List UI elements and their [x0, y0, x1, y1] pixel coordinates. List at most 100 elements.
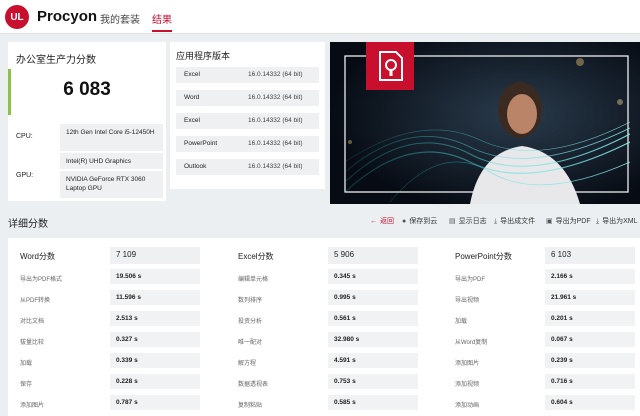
row-value: 0.604 s	[545, 395, 635, 410]
nav-results[interactable]: 结果	[152, 11, 172, 26]
app-row: Word 16.0.14332 (64 bit)	[176, 90, 319, 106]
export-xml-label: 导出为XML	[602, 218, 638, 225]
row-label: 拔量比较	[20, 340, 45, 346]
row-value: 0.067 s	[545, 332, 635, 347]
download-icon: ⤓	[596, 218, 600, 225]
app-row: Outlook 16.0.14332 (64 bit)	[176, 159, 319, 175]
cpu-value: 12th Gen Intel Core i5-12450H	[60, 124, 163, 151]
app-name: Procyon	[37, 8, 98, 25]
app-version: 16.0.14332 (64 bit)	[248, 117, 303, 124]
row-value: 2.513 s	[110, 311, 200, 326]
score-title: 办公室生产力分数	[16, 55, 96, 66]
row-value: 11.596 s	[110, 290, 200, 305]
row-label: 导出视频	[455, 298, 480, 304]
download-icon: ⤓	[494, 218, 498, 225]
row-value: 0.327 s	[110, 332, 200, 347]
row-label: 添加动画	[455, 403, 480, 409]
logo-text: UL	[10, 11, 24, 23]
app-row: PowerPoint 16.0.14332 (64 bit)	[176, 136, 319, 152]
hero-illustration	[330, 42, 640, 204]
top-bar: UL Procyon 我的套装 结果	[0, 0, 640, 34]
row-label: 添加图片	[20, 403, 45, 409]
row-label: 加载	[20, 361, 33, 367]
cpu-label: CPU:	[16, 133, 33, 140]
row-value: 0.787 s	[110, 395, 200, 410]
row-label: 加载	[455, 319, 468, 325]
row-value: 19.506 s	[110, 269, 200, 284]
app-version: 16.0.14332 (64 bit)	[248, 71, 303, 78]
save-to-cloud-label: 保存到云	[409, 218, 438, 225]
excel-score-value: 5 906	[328, 247, 418, 264]
row-label: 编辑单元格	[238, 277, 269, 283]
row-label: 导出为PDF	[455, 277, 486, 283]
save-to-cloud-button[interactable]: ● 保存到云	[402, 216, 437, 226]
row-value: 21.961 s	[545, 290, 635, 305]
powerpoint-score-value: 6 103	[545, 247, 635, 264]
export-xml-button[interactable]: ⤓ 导出为XML	[596, 216, 638, 226]
app-name: Excel	[184, 117, 200, 124]
row-label: 添加视频	[455, 382, 480, 388]
ul-logo: UL	[5, 5, 29, 29]
app-row: Excel 16.0.14332 (64 bit)	[176, 113, 319, 129]
row-label: 从PDF转换	[20, 298, 51, 304]
row-label: 添加图片	[455, 361, 480, 367]
app-version: 16.0.14332 (64 bit)	[248, 94, 303, 101]
show-log-button[interactable]: ▤ 显示日志	[449, 216, 487, 226]
nav-my-suites[interactable]: 我的套装	[100, 11, 140, 26]
row-value: 2.166 s	[545, 269, 635, 284]
row-value: 0.561 s	[328, 311, 418, 326]
cloud-save-icon: ●	[402, 218, 407, 225]
detail-scores-title: 详细分数	[8, 219, 48, 230]
row-label: 投资分析	[238, 319, 263, 325]
detailed-scores-card: Word分数 7 109 Excel分数 5 906 PowerPoint分数 …	[8, 238, 640, 416]
row-label: 复制粘贴	[238, 403, 263, 409]
row-value: 0.585 s	[328, 395, 418, 410]
back-label: 返回	[380, 218, 394, 225]
app-version: 16.0.14332 (64 bit)	[248, 163, 303, 170]
gpu-value-1: Intel(R) UHD Graphics	[60, 153, 163, 169]
row-label: 对比文档	[20, 319, 45, 325]
row-label: 从Word复制	[455, 340, 488, 346]
app-version: 16.0.14332 (64 bit)	[248, 140, 303, 147]
app-name: Excel	[184, 71, 200, 78]
row-value: 0.201 s	[545, 311, 635, 326]
row-value: 0.753 s	[328, 374, 418, 389]
powerpoint-score-title: PowerPoint分数	[455, 252, 512, 261]
active-tab-indicator	[152, 30, 172, 32]
row-label: 唯一配对	[238, 340, 263, 346]
gpu-value-2: NVIDIA GeForce RTX 3060 Laptop GPU	[60, 171, 163, 198]
row-label: 解方程	[238, 361, 257, 367]
pdf-icon: ▣	[546, 218, 553, 225]
score-value: 6 083	[63, 79, 111, 100]
show-log-label: 显示日志	[458, 218, 487, 225]
back-button[interactable]: ← 返回	[370, 216, 394, 226]
export-pdf-label: 导出为PDF	[555, 218, 591, 225]
row-value: 32.980 s	[328, 332, 418, 347]
row-label: 数据透视表	[238, 382, 269, 388]
arrow-left-icon: ←	[370, 218, 377, 225]
export-pdf-button[interactable]: ▣ 导出为PDF	[546, 216, 591, 226]
app-row: Excel 16.0.14332 (64 bit)	[176, 67, 319, 83]
word-score-value: 7 109	[110, 247, 200, 264]
row-value: 0.339 s	[110, 353, 200, 368]
overall-score-card: 办公室生产力分数 6 083 CPU: 12th Gen Intel Core …	[8, 42, 166, 201]
export-file-label: 导出成文件	[500, 218, 536, 225]
gpu-label: GPU:	[16, 172, 34, 179]
word-score-title: Word分数	[20, 252, 55, 261]
excel-score-title: Excel分数	[238, 252, 274, 261]
app-name: Word	[184, 94, 200, 101]
app-versions-card: 应用程序版本 Excel 16.0.14332 (64 bit) Word 16.0…	[170, 42, 325, 189]
export-file-button[interactable]: ⤓ 导出成文件	[494, 216, 535, 226]
row-value: 0.239 s	[545, 353, 635, 368]
row-label: 导出为PDF格式	[20, 277, 63, 283]
app-versions-title: 应用程序版本	[176, 51, 231, 61]
row-value: 0.228 s	[110, 374, 200, 389]
row-value: 0.716 s	[545, 374, 635, 389]
row-value: 4.591 s	[328, 353, 418, 368]
app-name: PowerPoint	[184, 140, 218, 147]
log-icon: ▤	[449, 218, 456, 225]
row-value: 0.345 s	[328, 269, 418, 284]
app-name: Outlook	[184, 163, 207, 170]
row-label: 保存	[20, 382, 33, 388]
row-label: 数列排序	[238, 298, 263, 304]
